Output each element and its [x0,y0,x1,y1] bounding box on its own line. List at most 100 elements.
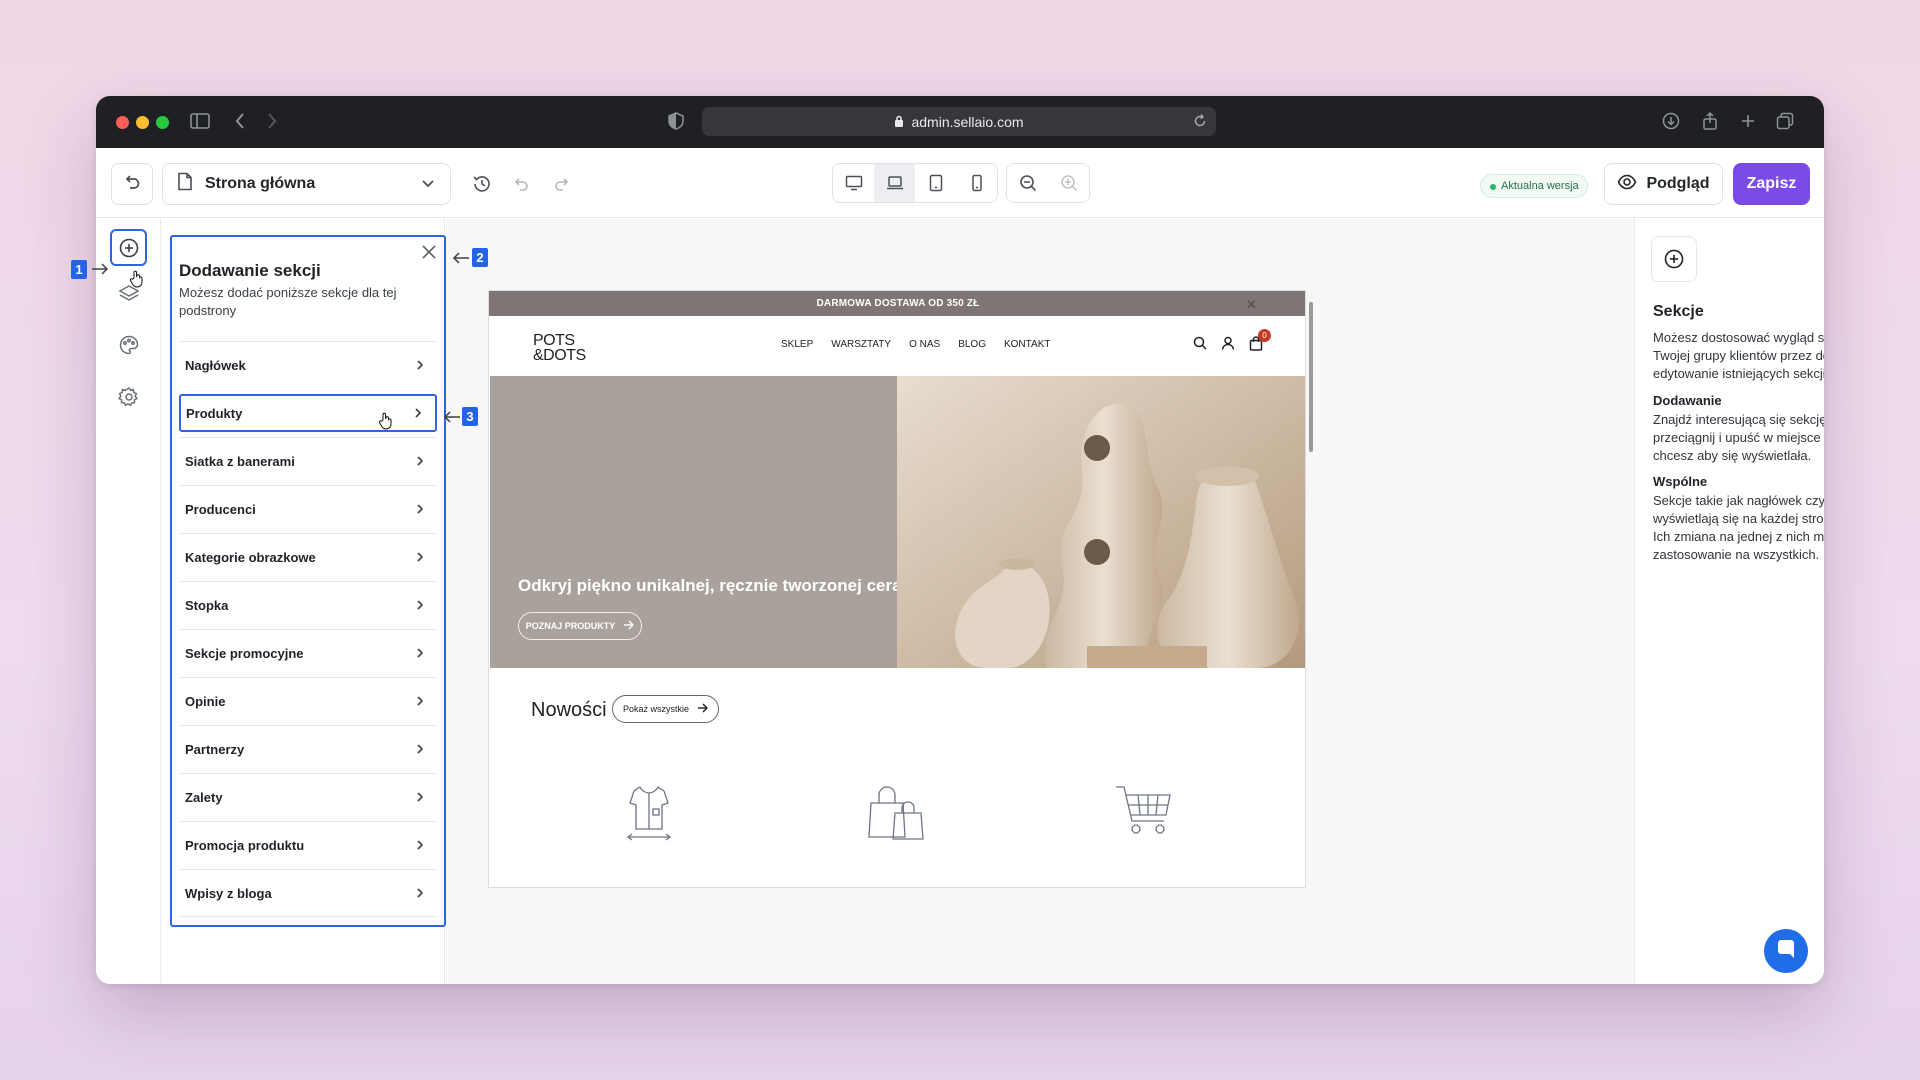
store-logo[interactable]: POTS &DOTS [533,332,586,364]
help-common-title: Wspólne [1653,474,1708,489]
zoom-in-icon[interactable] [1048,164,1089,202]
section-item-label: Produkty [186,405,243,421]
help-adding-title: Dodawanie [1653,393,1722,408]
add-section-panel: Dodawanie sekcji Możesz dodać poniższe s… [170,235,446,927]
back-icon[interactable] [234,112,246,135]
search-icon[interactable] [1193,336,1207,356]
section-item-producenci[interactable]: Producenci [179,485,437,533]
section-item-label: Zalety [185,790,223,805]
scrollbar-thumb[interactable] [1309,302,1313,452]
show-all-button[interactable]: Pokaż wszystkie [612,695,719,723]
close-icon[interactable] [421,244,437,265]
ceramics-photo [897,376,1305,668]
preview-button[interactable]: Podgląd [1604,163,1723,205]
section-item-label: Promocja produktu [185,838,305,853]
panel-subtitle: Możesz dodać poniższe sekcje dla tej pod… [179,285,397,318]
hero-cta-label: POZNAJ PRODUKTY [525,621,616,631]
section-item-wpisy-z-bloga[interactable]: Wpisy z bloga [179,869,437,917]
share-icon[interactable] [1702,111,1718,135]
section-item-opinie[interactable]: Opinie [179,677,437,725]
redo-icon[interactable] [553,175,571,198]
undo-icon[interactable] [512,175,530,198]
help-common-text: Sekcje takie jak nagłówek czy stopka wyś… [1653,493,1824,562]
nav-item[interactable]: KONTAKT [1004,339,1050,350]
browser-window: admin.sellaio.com Strona główna Aktualna… [96,96,1824,984]
bags-placeholder-icon [867,783,925,846]
annotation-marker-3: 3 [462,407,478,426]
help-intro: Możesz dostosować wygląd sklepu do Twoje… [1653,330,1824,381]
tab-overview-icon[interactable] [1776,112,1794,135]
section-item-siatka-z-banerami[interactable]: Siatka z banerami [179,437,437,485]
sidebar-toggle-icon[interactable] [190,112,210,135]
preview-label: Podgląd [1646,175,1710,192]
desktop-view-icon[interactable] [833,164,874,202]
palette-icon[interactable] [114,330,144,360]
zoom-out-icon[interactable] [1007,164,1048,202]
section-item-label: Producenci [185,502,256,517]
hero-cta-button[interactable]: POZNAJ PRODUKTY [518,612,642,640]
privacy-shield-icon[interactable] [668,112,684,135]
section-item-naglowek[interactable]: Nagłówek [179,341,437,389]
save-button[interactable]: Zapisz [1733,163,1810,205]
url-text: admin.sellaio.com [911,113,1024,130]
section-item-zalety[interactable]: Zalety [179,773,437,821]
forward-icon[interactable] [266,112,278,135]
nav-item[interactable]: WARSZTATY [831,339,891,350]
section-item-stopka[interactable]: Stopka [179,581,437,629]
tablet-view-icon[interactable] [915,164,956,202]
new-products-heading: Nowości [531,699,607,721]
chat-bubble-icon [1775,938,1797,965]
nav-item[interactable]: O NAS [909,339,940,350]
user-icon[interactable] [1221,336,1235,356]
reload-icon[interactable] [1193,113,1207,132]
hand-cursor-icon [378,412,394,435]
annotation-marker-2: 2 [472,248,488,267]
preview-scrollbar[interactable] [1308,292,1314,886]
download-icon[interactable] [1662,112,1680,135]
section-item-sekcje-promocyjne[interactable]: Sekcje promocyjne [179,629,437,677]
page-selector-label: Strona główna [205,175,316,192]
store-header-icons [1193,336,1263,356]
chevron-right-icon [415,503,425,518]
section-item-produkty[interactable]: Produkty [179,394,437,432]
section-item-label: Kategorie obrazkowe [185,550,316,565]
section-item-kategorie-obrazkowe[interactable]: Kategorie obrazkowe [179,533,437,581]
nav-item[interactable]: BLOG [958,339,986,350]
store-preview[interactable]: DARMOWA DOSTAWA OD 350 ZŁ ✕ POTS &DOTS S… [488,290,1306,888]
shirt-placeholder-icon [626,783,672,846]
chevron-right-icon [415,455,425,470]
mobile-view-icon[interactable] [956,164,997,202]
close-icon[interactable]: ✕ [1246,297,1257,313]
section-item-label: Siatka z banerami [185,454,295,469]
section-item-partnerzy[interactable]: Partnerzy [179,725,437,773]
logo-line: POTS [533,332,575,349]
chevron-right-icon [415,551,425,566]
browser-titlebar: admin.sellaio.com [96,96,1824,148]
section-item-promocja-produktu[interactable]: Promocja produktu [179,821,437,869]
chevron-right-icon [415,359,425,374]
address-bar[interactable]: admin.sellaio.com [702,107,1216,136]
chat-widget-button[interactable] [1764,929,1808,973]
minimize-window-button[interactable] [136,116,149,129]
zoom-window-button[interactable] [156,116,169,129]
announcement-bar: DARMOWA DOSTAWA OD 350 ZŁ ✕ [489,291,1305,316]
help-adding-text: Znajdź interesującą się sekcję. Kliknij,… [1653,412,1824,463]
history-icon[interactable] [472,174,492,199]
add-section-icon[interactable] [110,229,147,266]
page-selector-dropdown[interactable]: Strona główna [162,163,451,205]
new-tab-icon[interactable] [1740,112,1756,135]
document-icon [177,172,193,196]
editor-toolbar: Strona główna Aktualna wersja Podgląd Za… [96,148,1824,218]
chevron-right-icon [415,839,425,854]
version-status-badge: Aktualna wersja [1480,174,1588,198]
settings-gear-icon[interactable] [114,382,144,412]
help-panel: Sekcje Możesz dostosować wygląd sklepu d… [1634,219,1824,984]
arrow-right-icon [623,620,635,632]
close-window-button[interactable] [116,116,129,129]
chevron-right-icon [415,887,425,902]
chevron-right-icon [415,647,425,662]
cart-placeholder-icon [1114,783,1174,844]
exit-editor-button[interactable] [111,163,153,205]
laptop-view-icon[interactable] [874,164,915,202]
nav-item[interactable]: SKLEP [781,339,813,350]
